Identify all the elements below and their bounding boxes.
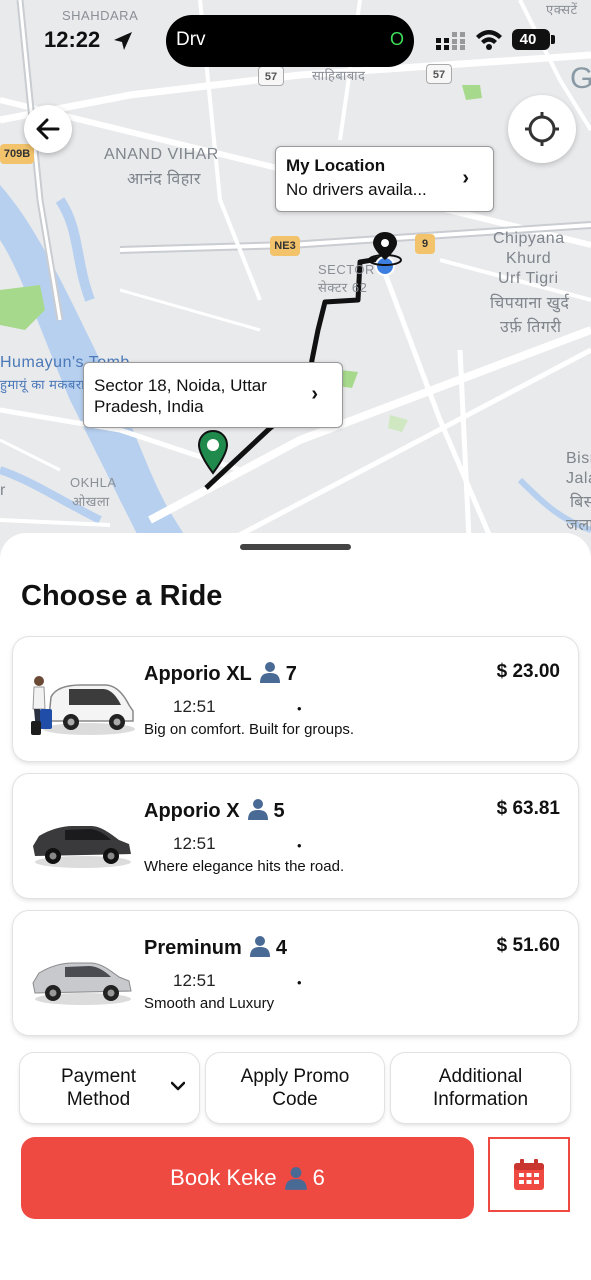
person-icon <box>249 936 270 957</box>
crosshair-icon <box>525 112 559 146</box>
sheet-title: Choose a Ride <box>21 580 223 612</box>
ride-separator-dot: • <box>297 701 302 716</box>
arrow-left-icon <box>36 118 60 140</box>
map-label-chipyana-hindi: चिपयाना खुर्द <box>490 295 570 312</box>
schedule-ride-button[interactable] <box>488 1137 570 1212</box>
ride-option-apporio-x[interactable]: Apporio X 5 $ 63.81 12:51 • Where eleganc… <box>13 774 578 898</box>
ride-option-preminum[interactable]: Preminum 4 $ 51.60 12:51 • Smooth and Lux… <box>13 911 578 1035</box>
promo-line2: Code <box>272 1089 318 1110</box>
map-view[interactable]: SHAHDARA एक्सटें साहिबाबाद ANAND VIHAR आ… <box>0 0 591 560</box>
additional-information-button[interactable]: Additional Information <box>391 1053 570 1123</box>
highway-shield-57-left: 57 <box>258 66 284 86</box>
ride-price: $ 63.81 <box>496 798 560 819</box>
island-indicator: O <box>389 29 404 49</box>
my-location-subtitle: No drivers availa... <box>286 180 427 199</box>
apply-promo-code-button[interactable]: Apply Promo Code <box>206 1053 384 1123</box>
ride-price: $ 51.60 <box>496 935 560 956</box>
ride-separator-dot: • <box>297 975 302 990</box>
ride-name-text: Apporio XL <box>144 663 252 685</box>
map-label-shahdara: SHAHDARA <box>62 8 139 23</box>
map-label-bisr: Bisr <box>566 450 591 467</box>
map-label-humayun-hindi: हुमायूं का मकबरा <box>0 377 86 392</box>
map-label-g: G <box>570 62 591 95</box>
ride-description: Big on comfort. Built for groups. <box>144 721 355 738</box>
wifi-icon <box>476 30 502 50</box>
battery-level: 40 <box>519 31 537 48</box>
status-time: 12:22 <box>44 27 101 52</box>
ride-eta: 12:51 <box>173 834 216 853</box>
book-ride-button[interactable]: Book Keke 6 <box>21 1137 474 1219</box>
info-line2: Information <box>432 1089 529 1110</box>
ride-seat-count: 4 <box>275 937 287 959</box>
map-label-okhla-hindi: ओखला <box>72 494 110 509</box>
sheet-drag-handle[interactable] <box>240 544 351 550</box>
my-location-callout[interactable]: My Location No drivers availa... › <box>275 146 494 212</box>
map-label-sector-hindi: सेक्टर 62 <box>318 280 368 295</box>
person-icon <box>259 662 280 683</box>
ride-separator-dot: • <box>297 838 302 853</box>
highway-shield-709b: 709B <box>0 144 34 164</box>
person-icon <box>247 799 268 820</box>
payment-method-line2: Method <box>66 1089 131 1110</box>
map-label-tigri-hindi: उर्फ़ तिगरी <box>500 319 562 336</box>
highway-shield-57-right: 57 <box>426 64 452 84</box>
ride-option-apporio-xl[interactable]: Apporio XL 7 $ 23.00 12:51 • Big on comfo… <box>13 637 578 761</box>
van-image <box>31 676 135 735</box>
chevron-down-icon <box>171 1081 185 1091</box>
recenter-location-button[interactable] <box>508 95 576 163</box>
dynamic-island: Drv O <box>166 15 414 67</box>
map-label-urf-tigri: Urf Tigri <box>498 270 559 287</box>
ride-eta: 12:51 <box>173 697 216 716</box>
destination-pin-icon[interactable] <box>196 429 230 477</box>
ride-name: Preminum 4 <box>144 935 287 960</box>
back-button[interactable] <box>24 105 72 153</box>
location-arrow-icon <box>114 32 132 50</box>
destination-callout[interactable]: Sector 18, Noida, Uttar Pradesh, India › <box>83 362 343 428</box>
my-location-title: My Location <box>286 156 386 175</box>
map-label-jala-hindi: जला <box>566 517 591 534</box>
ride-description: Where elegance hits the road. <box>144 858 345 875</box>
map-label-khurd: Khurd <box>506 250 552 267</box>
book-seat-count: 6 <box>312 1165 325 1190</box>
sedan-silver-image <box>32 962 132 1005</box>
map-label-okhla: OKHLA <box>70 475 117 490</box>
map-label-chipyana: Chipyana <box>493 230 565 247</box>
ride-description: Smooth and Luxury <box>144 995 275 1012</box>
person-icon <box>284 1167 307 1190</box>
map-label-bisr-hindi: बिस <box>570 494 591 511</box>
battery-cap <box>551 35 555 44</box>
ride-name: Apporio XL 7 <box>144 661 297 686</box>
cellular-signal-icon <box>436 32 465 50</box>
ride-seat-count: 5 <box>273 800 285 822</box>
sedan-dark-image <box>33 826 131 868</box>
highway-shield-ne3: NE3 <box>270 236 300 256</box>
book-label: Book Keke <box>170 1165 277 1190</box>
highway-shield-9: 9 <box>415 234 435 254</box>
pickup-pin-icon[interactable] <box>365 228 405 276</box>
ride-eta: 12:51 <box>173 971 216 990</box>
island-label: Drv <box>176 29 206 50</box>
payment-method-line1: Payment <box>61 1066 136 1087</box>
calendar-icon <box>514 1158 544 1190</box>
chevron-right-icon: › <box>311 383 318 405</box>
ride-name-text: Apporio X <box>144 800 240 822</box>
destination-line2: Pradesh, India <box>94 397 204 416</box>
ride-name-text: Preminum <box>144 937 242 959</box>
map-label-anand-vihar-hindi: आनंद विहार <box>127 171 201 188</box>
promo-line1: Apply Promo <box>240 1066 350 1087</box>
destination-line1: Sector 18, Noida, Uttar <box>94 376 267 395</box>
map-label-anand-vihar: ANAND VIHAR <box>104 146 219 163</box>
info-line1: Additional <box>438 1066 523 1087</box>
chevron-right-icon: › <box>462 167 469 189</box>
map-label-r: r <box>0 482 6 499</box>
battery-icon: 40 <box>512 29 550 50</box>
ride-selection-sheet: Choose a Ride Apporio XL 7 $ 23.00 12:51 … <box>0 533 591 1280</box>
map-label-extension: एक्सटें <box>546 2 578 17</box>
ride-seat-count: 7 <box>285 663 297 685</box>
map-label-jala: Jala <box>566 470 591 487</box>
ride-price: $ 23.00 <box>496 661 560 682</box>
ride-name: Apporio X 5 <box>144 798 285 823</box>
payment-method-button[interactable]: Payment Method <box>20 1053 199 1123</box>
map-label-sahibabad: साहिबाबाद <box>312 68 366 83</box>
